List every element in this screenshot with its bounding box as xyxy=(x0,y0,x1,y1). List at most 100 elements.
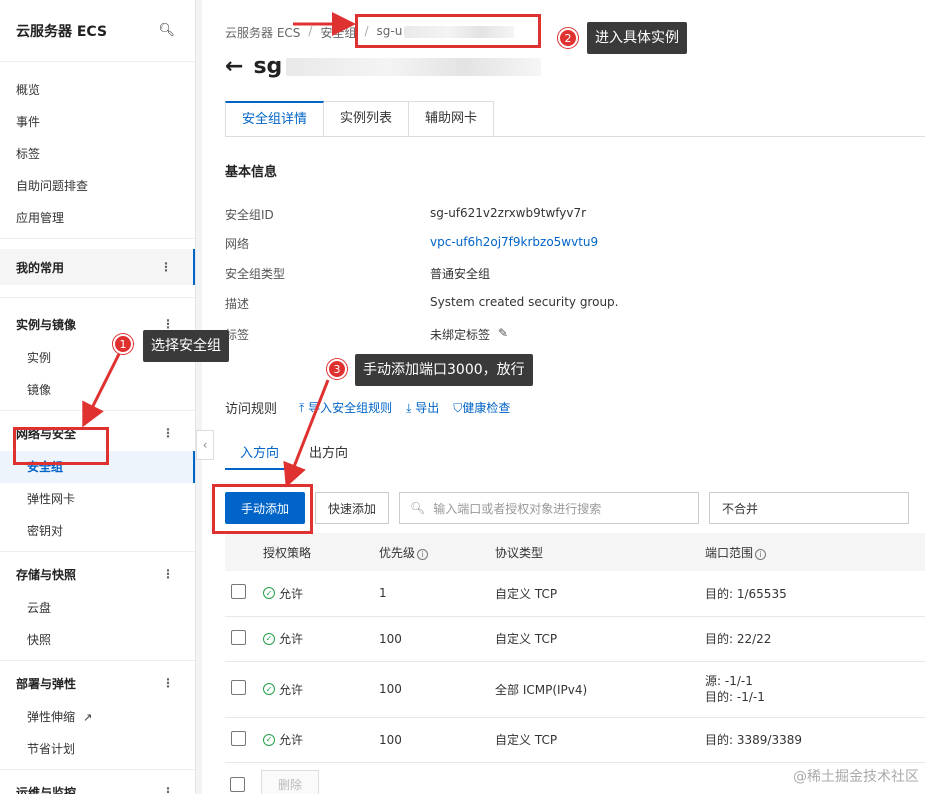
delete-button[interactable]: 删除 xyxy=(261,770,320,794)
annotation-box-breadcrumb xyxy=(355,14,541,48)
row-checkbox[interactable] xyxy=(231,629,246,645)
table-header-priority: 优先级 i xyxy=(379,533,495,571)
table-header-protocol: 协议类型 xyxy=(495,533,705,571)
row-checkbox[interactable] xyxy=(231,584,246,600)
port-value: 目的: 1/65535 xyxy=(705,586,787,601)
sidebar-item-disk[interactable]: 云盘 xyxy=(0,592,195,624)
select-all-checkbox[interactable] xyxy=(230,776,245,792)
annotation-badge-1: 1 xyxy=(113,334,133,354)
sidebar-group-favorites[interactable]: 我的常用 ⋮ xyxy=(0,249,195,285)
sidebar-group-ops[interactable]: 运维与监控 ⋮ xyxy=(0,774,195,794)
more-icon[interactable]: ⋮ xyxy=(162,567,174,581)
table-cell-priority: 100 xyxy=(379,616,495,662)
quick-add-button[interactable]: 快速添加 xyxy=(315,492,390,524)
edit-pencil-icon[interactable]: ✎ xyxy=(498,326,508,343)
annotation-box-manual-add xyxy=(212,484,313,534)
table-cell-policy: ✓ 允许 xyxy=(263,571,379,617)
merge-select-value: 不合并 xyxy=(722,501,759,516)
info-row-type: 安全组类型 普通安全组 xyxy=(225,265,490,282)
health-check-label: 健康检查 xyxy=(462,401,511,415)
info-row-description: 描述 System created security group. xyxy=(225,295,618,312)
tab-security-group-details[interactable]: 安全组详情 xyxy=(225,101,325,137)
sidebar-item-autoscaling[interactable]: 弹性伸缩 ↗ xyxy=(0,701,195,733)
back-arrow-icon[interactable]: ← xyxy=(225,54,243,79)
info-icon[interactable]: i xyxy=(417,548,429,560)
info-label: 标签 xyxy=(225,328,250,342)
redacted-region xyxy=(286,58,542,76)
health-check-link[interactable]: ⛉健康检查 xyxy=(453,399,510,416)
policy-value: 允许 xyxy=(279,682,304,697)
table-cell-select xyxy=(225,717,263,763)
sidebar-item-eni[interactable]: 弹性网卡 xyxy=(0,483,195,515)
row-checkbox[interactable] xyxy=(231,680,246,695)
sidebar-item-keypair[interactable]: 密钥对 xyxy=(0,515,195,547)
more-icon[interactable]: ⋮ xyxy=(162,317,174,331)
info-value: System created security group. xyxy=(430,295,619,309)
more-icon[interactable]: ⋮ xyxy=(162,426,174,440)
port-value: 目的: 3389/3389 xyxy=(705,733,802,747)
merge-select[interactable]: 不合并 xyxy=(709,492,910,524)
export-link[interactable]: ⤓ 导出 xyxy=(406,399,439,416)
column-label: 优先级 xyxy=(379,545,416,560)
table-cell-select xyxy=(225,661,263,718)
table-row: ✓ 允许 100 全部 ICMP(IPv4) 源: -1/-1 目的: -1/-1 xyxy=(225,661,925,718)
vpc-link[interactable]: vpc-uf6h2oj7f9krbzo5wvtu9 xyxy=(430,235,598,252)
column-label: 授权策略 xyxy=(263,545,312,560)
sidebar-group-label: 部署与弹性 xyxy=(16,676,77,691)
sidebar-group-deploy[interactable]: 部署与弹性 ⋮ xyxy=(0,665,195,701)
sidebar-item-app-management[interactable]: 应用管理 xyxy=(0,202,195,234)
sidebar-item-troubleshoot[interactable]: 自助问题排查 xyxy=(0,170,195,202)
check-circle-icon: ✓ xyxy=(263,632,275,645)
row-checkbox[interactable] xyxy=(231,730,246,746)
port-value: 源: -1/-1 xyxy=(705,674,753,688)
sidebar-item-events[interactable]: 事件 xyxy=(0,106,195,138)
breadcrumb-root[interactable]: 云服务器 ECS xyxy=(225,24,300,41)
table-cell-port: 目的: 22/22 xyxy=(705,616,925,662)
sidebar-item-overview[interactable]: 概览 xyxy=(0,74,195,106)
info-label: 安全组类型 xyxy=(225,267,286,281)
breadcrumb-parent[interactable]: 安全组 xyxy=(320,24,356,41)
more-icon[interactable]: ⋮ xyxy=(162,785,174,794)
rules-table: 授权策略 优先级 i 协议类型 端口范围 i ✓ 允许 1 自定义 TCP 目的: 1… xyxy=(225,533,925,763)
tab-secondary-eni[interactable]: 辅助网卡 xyxy=(409,101,495,137)
sidebar-group-label: 存储与快照 xyxy=(16,567,77,582)
import-rules-link[interactable]: ⤒ 导入安全组规则 xyxy=(299,399,392,416)
tab-outbound[interactable]: 出方向 xyxy=(294,440,363,470)
info-icon[interactable]: i xyxy=(755,548,767,560)
search-icon[interactable]: 🔍︎ xyxy=(158,23,175,38)
annotation-badge-3: 3 xyxy=(327,359,347,379)
bulk-actions: 删除 xyxy=(230,770,320,794)
policy-value: 允许 xyxy=(279,586,304,601)
check-circle-icon: ✓ xyxy=(263,683,275,695)
sidebar-title: 云服务器 ECS xyxy=(16,23,108,40)
rules-toolbar: 手动添加 快速添加 🔍︎ 输入端口或者授权对象进行搜索 不合并 xyxy=(225,492,910,524)
table-cell-select xyxy=(225,571,263,617)
layout-divider xyxy=(196,0,202,794)
more-icon[interactable]: ⋮ xyxy=(160,260,172,274)
table-cell-priority: 100 xyxy=(379,717,495,763)
check-circle-icon: ✓ xyxy=(263,733,275,746)
breadcrumb-separator: / xyxy=(308,24,313,38)
sidebar-item-label: 弹性伸缩 xyxy=(27,710,76,724)
more-icon[interactable]: ⋮ xyxy=(162,676,174,690)
tab-instance-list[interactable]: 实例列表 xyxy=(324,101,410,137)
sidebar-item-snapshot[interactable]: 快照 xyxy=(0,624,195,656)
info-label: 安全组ID xyxy=(225,208,274,222)
table-cell-protocol: 自定义 TCP xyxy=(495,616,705,662)
table-header-select xyxy=(225,533,263,571)
sidebar-item-tags[interactable]: 标签 xyxy=(0,138,195,170)
annotation-label-2: 进入具体实例 xyxy=(587,22,687,54)
sidebar-group-label: 运维与监控 xyxy=(16,785,77,794)
policy-value: 允许 xyxy=(279,733,304,747)
direction-tabs: 入方向 出方向 xyxy=(225,440,363,470)
sidebar: 云服务器 ECS 🔍︎ 概览 事件 标签 自助问题排查 应用管理 我的常用 ⋮ … xyxy=(0,0,196,794)
annotation-label-3: 手动添加端口3000，放行 xyxy=(355,354,533,386)
sidebar-item-savings-plan[interactable]: 节省计划 xyxy=(0,733,195,765)
table-cell-port: 目的: 3389/3389 xyxy=(705,717,925,763)
sidebar-item-image[interactable]: 镜像 xyxy=(0,374,195,406)
table-cell-priority: 1 xyxy=(379,571,495,617)
tab-inbound[interactable]: 入方向 xyxy=(225,440,295,470)
sidebar-group-storage[interactable]: 存储与快照 ⋮ xyxy=(0,556,195,592)
annotation-badge-2: 2 xyxy=(558,28,578,48)
rules-search-input[interactable]: 🔍︎ 输入端口或者授权对象进行搜索 xyxy=(399,492,700,524)
